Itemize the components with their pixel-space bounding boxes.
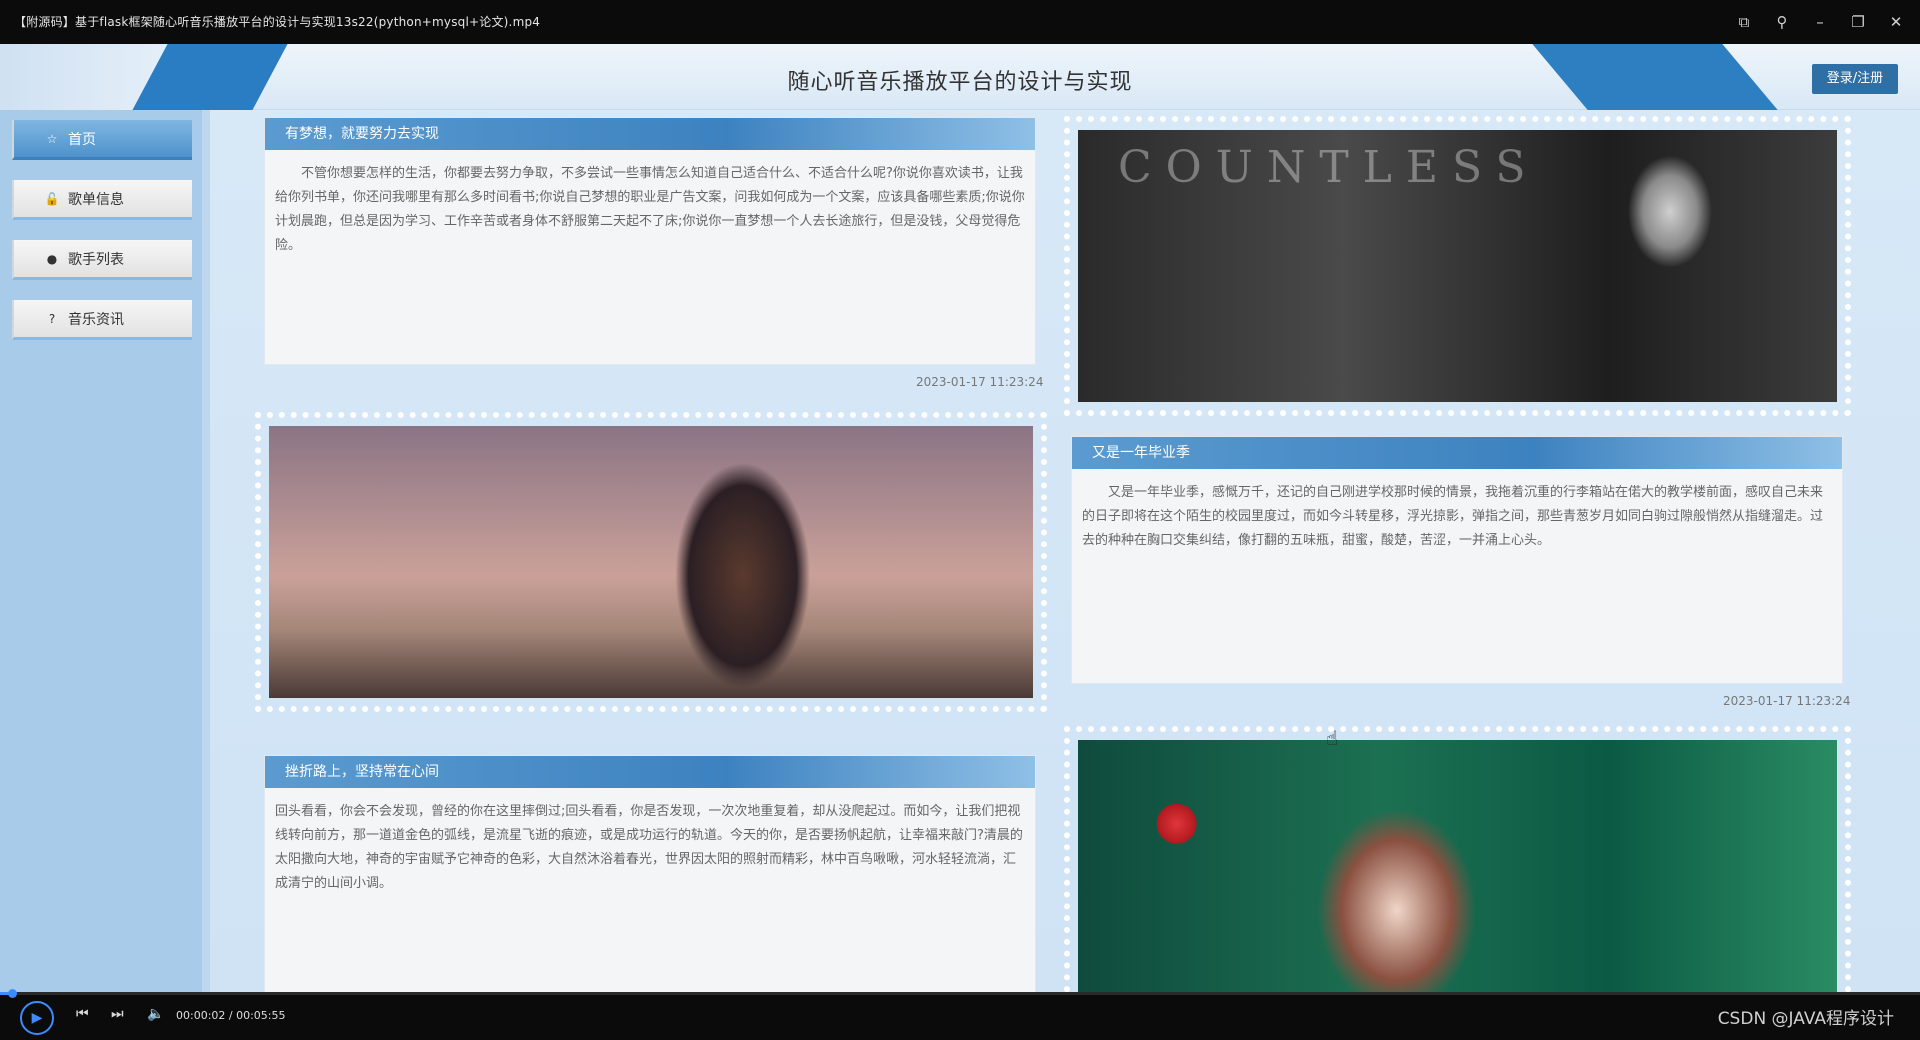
- watermark-text: CSDN @JAVA程序设计: [1717, 1009, 1894, 1029]
- minimize-icon[interactable]: –: [1808, 10, 1832, 34]
- video-title: 【附源码】基于flask框架随心听音乐播放平台的设计与实现13s22(pytho…: [14, 15, 541, 29]
- site-title: 随心听音乐播放平台的设计与实现: [787, 70, 1133, 95]
- previous-icon[interactable]: ⏮: [76, 1006, 89, 1022]
- question-icon: ?: [48, 311, 56, 326]
- web-viewport: 随心听音乐播放平台的设计与实现 登录/注册 ☆ 首页 🔓 歌单信息 ● 歌手列表…: [0, 44, 1920, 992]
- article-date: 2023-01-17 11:23:24: [916, 375, 1044, 389]
- article-excerpt: 又是一年毕业季，感慨万千，还记的自己刚进学校那时候的情景，我拖着沉重的行李箱站在…: [1082, 485, 1824, 548]
- progress-bar[interactable]: [0, 989, 1920, 998]
- image-overlay-text: COUNTLESS: [1118, 142, 1540, 193]
- pin-icon[interactable]: ⚲: [1770, 10, 1794, 34]
- article-date: 2023-01-17 11:23:24: [1723, 694, 1851, 708]
- login-register-button[interactable]: 登录/注册: [1812, 64, 1898, 94]
- image-card[interactable]: COUNTLESS: [1064, 116, 1851, 416]
- sidebar-item-news[interactable]: ? 音乐资讯: [12, 300, 192, 340]
- sidebar-item-label: 歌手列表: [68, 251, 124, 268]
- progress-handle[interactable]: [7, 989, 17, 998]
- info-icon: ●: [46, 251, 58, 266]
- player-control-bar: ▶ ⏮ ⏭ 🔈 00:00:02 / 00:05:55 CSDN @JAVA程序…: [0, 989, 1920, 1040]
- picture-in-picture-icon[interactable]: ⧉: [1732, 10, 1756, 34]
- article-image[interactable]: [269, 426, 1033, 698]
- next-icon[interactable]: ⏭: [111, 1006, 124, 1022]
- close-icon[interactable]: ✕: [1884, 10, 1908, 34]
- article-image[interactable]: [1078, 740, 1837, 992]
- time-display: 00:00:02 / 00:05:55: [176, 1009, 286, 1022]
- star-icon: ☆: [46, 131, 58, 146]
- sidebar-item-label: 歌单信息: [68, 191, 124, 208]
- play-icon[interactable]: ▶: [20, 1001, 54, 1035]
- image-card[interactable]: [1064, 726, 1851, 992]
- article-title[interactable]: 挫折路上，坚持常在心间: [265, 756, 1035, 788]
- article-title[interactable]: 有梦想，就要努力去实现: [265, 118, 1035, 150]
- sidebar-item-label: 首页: [68, 131, 96, 148]
- image-card[interactable]: [255, 412, 1047, 712]
- sidebar-item-singers[interactable]: ● 歌手列表: [12, 240, 192, 280]
- sidebar-edge: [202, 110, 210, 992]
- site-header: 随心听音乐播放平台的设计与实现 登录/注册: [0, 44, 1920, 110]
- mouse-cursor-icon: ☝: [1326, 726, 1339, 750]
- article-card[interactable]: 有梦想，就要努力去实现 不管你想要怎样的生活，你都要去努力争取，不多尝试一些事情…: [265, 118, 1035, 364]
- player-title-bar: 【附源码】基于flask框架随心听音乐播放平台的设计与实现13s22(pytho…: [0, 0, 1920, 44]
- sidebar: ☆ 首页 🔓 歌单信息 ● 歌手列表 ? 音乐资讯: [0, 110, 210, 992]
- article-excerpt: 回头看看，你会不会发现，曾经的你在这里摔倒过;回头看看，你是否发现，一次次地重复…: [275, 804, 1023, 891]
- sidebar-item-home[interactable]: ☆ 首页: [12, 120, 192, 160]
- article-title[interactable]: 又是一年毕业季: [1072, 437, 1842, 469]
- article-card[interactable]: 挫折路上，坚持常在心间 回头看看，你会不会发现，曾经的你在这里摔倒过;回头看看，…: [265, 756, 1035, 992]
- sidebar-item-label: 音乐资讯: [68, 311, 124, 328]
- article-image[interactable]: COUNTLESS: [1078, 130, 1837, 402]
- sidebar-item-playlists[interactable]: 🔓 歌单信息: [12, 180, 192, 220]
- volume-icon[interactable]: 🔈: [147, 1006, 164, 1022]
- lock-icon: 🔓: [44, 191, 60, 206]
- article-card[interactable]: 又是一年毕业季 又是一年毕业季，感慨万千，还记的自己刚进学校那时候的情景，我拖着…: [1072, 437, 1842, 683]
- restore-icon[interactable]: ❐: [1846, 10, 1870, 34]
- article-excerpt: 不管你想要怎样的生活，你都要去努力争取，不多尝试一些事情怎么知道自己适合什么、不…: [275, 166, 1025, 253]
